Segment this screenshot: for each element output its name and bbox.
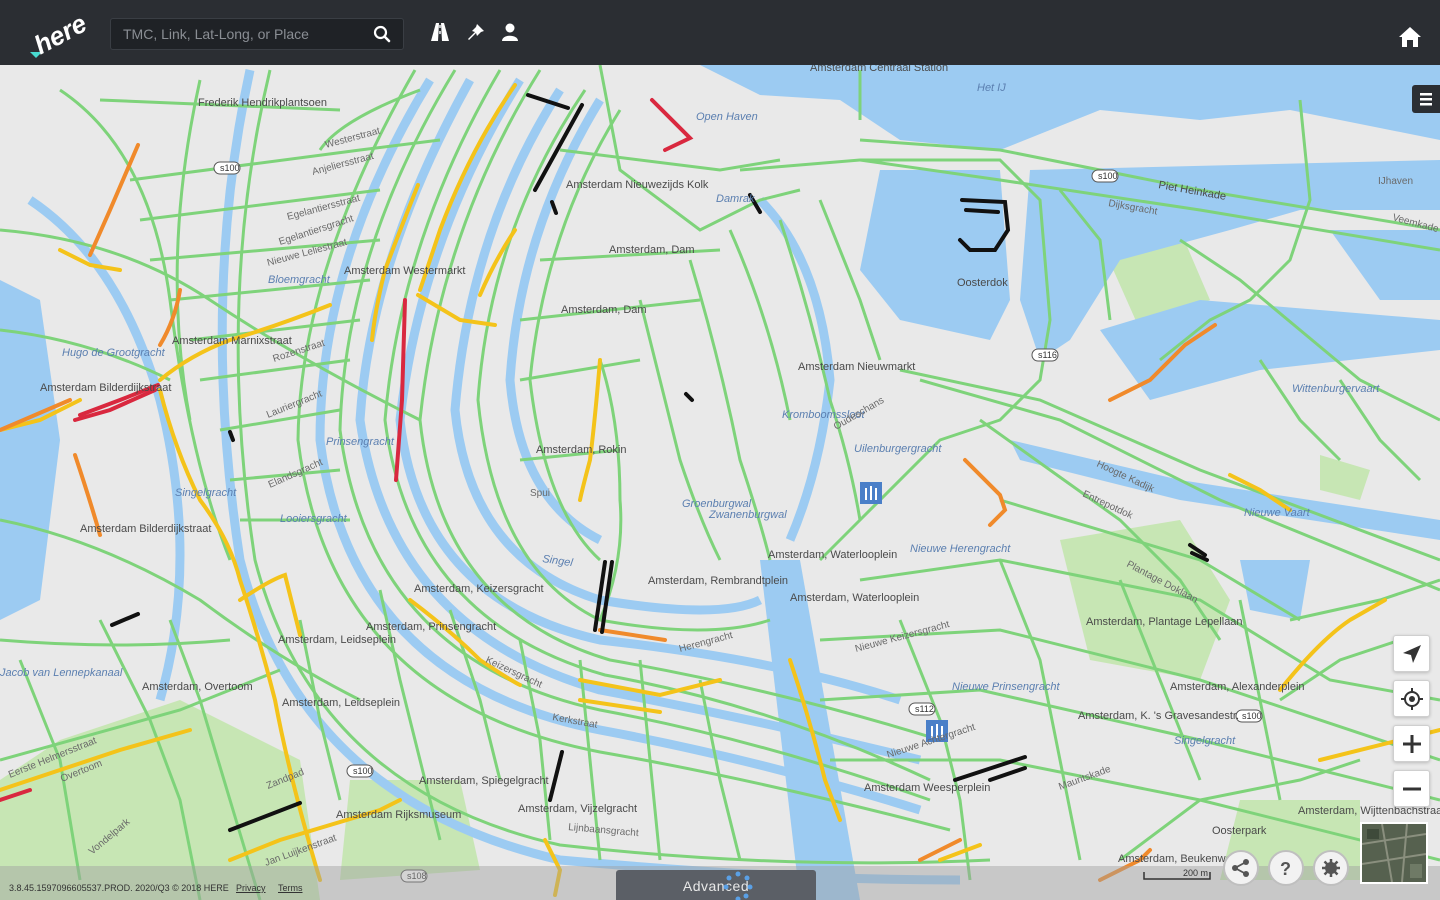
svg-text:Nieuwe Herengracht: Nieuwe Herengracht: [910, 543, 1011, 555]
satellite-thumbnail: [1362, 824, 1426, 882]
here-logo[interactable]: here: [28, 8, 88, 58]
version-text: 3.8.45.1597096605537.PROD. 2020/Q3 © 201…: [9, 883, 229, 893]
svg-text:Amsterdam, Waterlooplein: Amsterdam, Waterlooplein: [790, 592, 919, 604]
svg-text:Amsterdam Rijksmuseum: Amsterdam Rijksmuseum: [336, 809, 461, 821]
road-icon[interactable]: [430, 22, 450, 42]
svg-text:Amsterdam, Rokin: Amsterdam, Rokin: [536, 444, 626, 456]
svg-text:Amsterdam, Vijzelgracht: Amsterdam, Vijzelgracht: [518, 803, 637, 815]
svg-text:Amsterdam, Rembrandtplein: Amsterdam, Rembrandtplein: [648, 575, 788, 587]
svg-text:Amsterdam, Waterlooplein: Amsterdam, Waterlooplein: [768, 549, 897, 561]
svg-text:Amsterdam Nieuwezijds Kolk: Amsterdam Nieuwezijds Kolk: [566, 179, 709, 191]
svg-text:Amsterdam Bilderdijkstraat: Amsterdam Bilderdijkstraat: [80, 523, 211, 535]
svg-text:Looiersgracht: Looiersgracht: [280, 513, 348, 525]
svg-text:Oosterdok: Oosterdok: [957, 277, 1008, 289]
svg-text:Oosterpark: Oosterpark: [1212, 825, 1267, 837]
svg-text:Amsterdam, Spiegelgracht: Amsterdam, Spiegelgracht: [419, 775, 549, 787]
privacy-link[interactable]: Privacy: [236, 883, 266, 893]
svg-text:Damrak: Damrak: [716, 193, 755, 205]
layers-menu-button[interactable]: [1412, 85, 1440, 113]
svg-text:Amsterdam Westermarkt: Amsterdam Westermarkt: [344, 265, 465, 277]
svg-text:Amsterdam, Prinsengracht: Amsterdam, Prinsengracht: [366, 621, 496, 633]
scale-label: 200 m: [1182, 868, 1208, 878]
svg-text:Amsterdam, Keizersgracht: Amsterdam, Keizersgracht: [414, 583, 544, 595]
zoom-out-icon: [1403, 787, 1421, 791]
help-button[interactable]: ?: [1268, 850, 1304, 886]
svg-text:Hugo de Grootgracht: Hugo de Grootgracht: [62, 347, 166, 359]
zoom-in-icon: [1403, 735, 1421, 753]
search-box: [110, 18, 404, 50]
svg-text:Singelgracht: Singelgracht: [1174, 735, 1236, 747]
top-bar: here: [0, 0, 1440, 65]
svg-text:Amsterdam Centraal Station: Amsterdam Centraal Station: [810, 65, 948, 74]
svg-text:here: here: [29, 8, 88, 58]
svg-text:Amsterdam, Plantage Lepellaan: Amsterdam, Plantage Lepellaan: [1086, 616, 1243, 628]
svg-text:Bloemgracht: Bloemgracht: [268, 274, 331, 286]
svg-text:Zwanenburgwal: Zwanenburgwal: [708, 509, 787, 521]
user-icon[interactable]: [500, 22, 520, 42]
svg-text:Amsterdam, Alexanderplein: Amsterdam, Alexanderplein: [1170, 681, 1305, 693]
locate-icon: [1401, 688, 1423, 710]
svg-text:Amsterdam, K. 's Gravesandestr: Amsterdam, K. 's Gravesandestr.: [1078, 710, 1239, 722]
svg-text:IJhaven: IJhaven: [1378, 176, 1413, 187]
svg-text:Amsterdam Nieuwmarkt: Amsterdam Nieuwmarkt: [798, 361, 915, 373]
zoom-out-button[interactable]: [1393, 770, 1430, 807]
settings-icon: [1322, 859, 1340, 877]
svg-text:Open Haven: Open Haven: [696, 111, 758, 123]
svg-text:s100: s100: [353, 766, 373, 776]
search-input[interactable]: [111, 19, 366, 49]
locate-button[interactable]: [1393, 680, 1430, 717]
terms-link[interactable]: Terms: [278, 883, 303, 893]
svg-text:Amsterdam, Leidseplein: Amsterdam, Leidseplein: [282, 697, 400, 709]
satellite-view-toggle[interactable]: [1360, 822, 1428, 884]
svg-text:Amsterdam, Dam: Amsterdam, Dam: [609, 244, 695, 256]
svg-text:Wittenburgervaart: Wittenburgervaart: [1292, 383, 1380, 395]
svg-text:Amsterdam Weesperplein: Amsterdam Weesperplein: [864, 782, 990, 794]
svg-text:Amsterdam, Beukenweg: Amsterdam, Beukenweg: [1118, 853, 1238, 865]
svg-text:Het IJ: Het IJ: [977, 82, 1006, 94]
svg-text:Nieuwe Prinsengracht: Nieuwe Prinsengracht: [952, 681, 1061, 693]
app: here TMC, Link, Lat-Long, or Place s100 …: [0, 0, 1440, 900]
map-canvas[interactable]: s100 s100 s116 s100 s100 s108 s112 Amste…: [0, 65, 1440, 900]
pin-icon[interactable]: [466, 22, 486, 42]
svg-text:Amsterdam Marnixstraat: Amsterdam Marnixstraat: [172, 335, 292, 347]
search-icon[interactable]: [373, 25, 391, 43]
share-button[interactable]: [1223, 850, 1259, 886]
svg-text:s116: s116: [1038, 350, 1057, 360]
home-icon[interactable]: [1398, 25, 1422, 49]
zoom-in-button[interactable]: [1393, 725, 1430, 762]
svg-text:s112: s112: [915, 704, 934, 714]
help-icon: ?: [1280, 859, 1291, 878]
svg-text:s100: s100: [1098, 171, 1118, 181]
svg-text:Frederik Hendrikplantsoen: Frederik Hendrikplantsoen: [198, 97, 327, 109]
svg-text:Singelgracht: Singelgracht: [175, 487, 237, 499]
settings-button[interactable]: [1313, 850, 1349, 886]
svg-text:?: ?: [1280, 859, 1291, 878]
share-icon: [1232, 859, 1249, 877]
svg-text:Amsterdam, Overtoom: Amsterdam, Overtoom: [142, 681, 253, 693]
svg-text:Nieuwe Vaart: Nieuwe Vaart: [1244, 507, 1311, 519]
svg-text:Jacob van Lennepkanaal: Jacob van Lennepkanaal: [0, 667, 123, 679]
svg-text:Amsterdam, Dam: Amsterdam, Dam: [561, 304, 647, 316]
loading-spinner-icon: [723, 871, 753, 900]
svg-text:Spui: Spui: [530, 488, 550, 499]
advanced-button[interactable]: Advanced: [616, 870, 816, 900]
navigate-button[interactable]: [1393, 635, 1430, 672]
menu-icon: [1420, 93, 1432, 106]
scale-bar: 200 m: [1142, 866, 1212, 882]
svg-text:Prinsengracht: Prinsengracht: [326, 436, 395, 448]
navigate-icon: [1403, 645, 1421, 663]
svg-text:Amsterdam Bilderdijkstraat: Amsterdam Bilderdijkstraat: [40, 382, 171, 394]
svg-text:s100: s100: [1242, 711, 1262, 721]
svg-text:Amsterdam, Leidseplein: Amsterdam, Leidseplein: [278, 634, 396, 646]
svg-text:s100: s100: [220, 163, 240, 173]
svg-text:Uilenburgergracht: Uilenburgergracht: [854, 443, 942, 455]
